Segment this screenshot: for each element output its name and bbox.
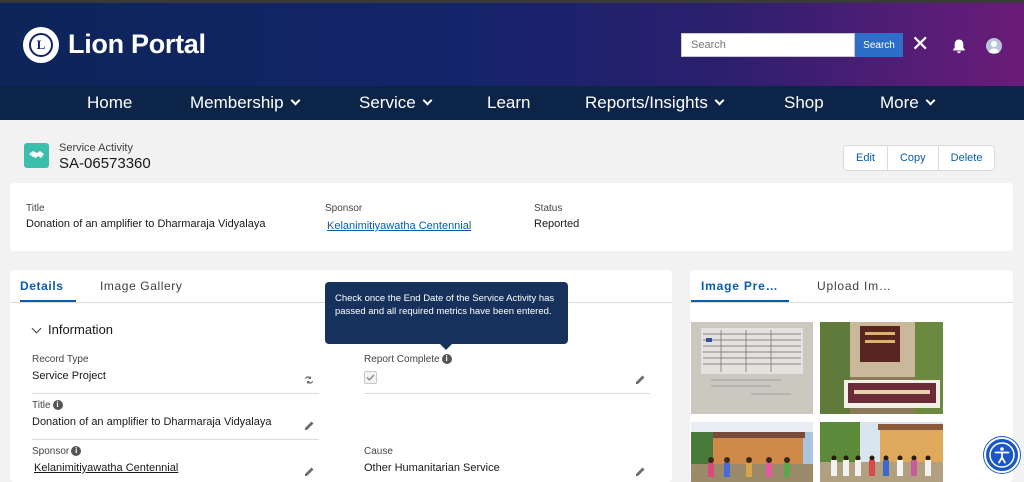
record-type-label: Service Activity bbox=[59, 142, 133, 154]
info-icon[interactable]: i bbox=[71, 446, 82, 457]
image-thumbnail-group-1[interactable] bbox=[691, 422, 813, 482]
image-thumbnail-group-2[interactable] bbox=[820, 422, 943, 482]
accessibility-button[interactable] bbox=[984, 437, 1020, 473]
tooltip-arrow bbox=[439, 343, 453, 350]
nav-more-label: More bbox=[880, 93, 919, 112]
group-photo bbox=[820, 422, 943, 482]
record-type-field-label: Record Type bbox=[32, 354, 89, 365]
record-type-field-value: Service Project bbox=[32, 370, 106, 382]
highlight-sponsor-link[interactable]: Kelanimitiyawatha Centennial bbox=[327, 220, 471, 232]
service-activity-icon bbox=[24, 143, 49, 168]
chevron-down-icon bbox=[290, 95, 300, 106]
record-actions: Edit Copy Delete bbox=[843, 145, 996, 171]
title-field-label: Title i bbox=[32, 400, 63, 411]
search-button[interactable]: Search bbox=[855, 33, 903, 57]
edit-pencil-icon[interactable] bbox=[303, 420, 315, 432]
checkmark-icon bbox=[366, 374, 375, 381]
sponsor-field-label: Sponsor i bbox=[32, 446, 82, 457]
report-complete-checkbox[interactable] bbox=[364, 371, 377, 384]
handshake-icon bbox=[29, 151, 44, 161]
highlight-status-value: Reported bbox=[534, 218, 580, 230]
edit-pencil-icon[interactable] bbox=[634, 466, 646, 478]
change-record-type-icon[interactable] bbox=[303, 374, 315, 386]
nav-membership[interactable]: Membership bbox=[190, 93, 300, 113]
bell-icon[interactable] bbox=[951, 38, 967, 54]
edit-button[interactable]: Edit bbox=[844, 146, 888, 170]
highlight-title-value: Donation of an amplifier to Dharmaraja V… bbox=[26, 218, 266, 230]
image-thumbnail-signboard[interactable] bbox=[820, 322, 943, 414]
delete-button[interactable]: Delete bbox=[939, 146, 995, 170]
document-photo bbox=[691, 322, 813, 414]
nav-shop-label: Shop bbox=[784, 93, 824, 112]
user-avatar-icon[interactable] bbox=[986, 38, 1002, 54]
cause-field-value: Other Humanitarian Service bbox=[364, 462, 500, 474]
signboard-photo bbox=[820, 322, 943, 414]
chevron-down-icon[interactable] bbox=[31, 323, 42, 334]
tab-upload-images[interactable]: Upload Im… bbox=[817, 279, 892, 293]
image-thumbnail-document[interactable] bbox=[691, 322, 813, 414]
report-complete-field-label: Report Complete i bbox=[364, 354, 452, 365]
portal-header: L Lion Portal Search ✕ bbox=[0, 3, 1024, 86]
highlight-status-label: Status bbox=[534, 203, 563, 214]
tab-image-preview[interactable]: Image Pre… bbox=[701, 279, 778, 293]
field-divider bbox=[32, 439, 319, 440]
user-icon bbox=[988, 41, 1000, 53]
tab-details[interactable]: Details bbox=[20, 279, 64, 293]
brand-title[interactable]: Lion Portal bbox=[68, 29, 206, 60]
nav-service-label: Service bbox=[359, 93, 416, 112]
logo-letter: L bbox=[29, 33, 53, 57]
accessibility-icon bbox=[989, 442, 1015, 468]
chevron-down-icon bbox=[925, 95, 936, 106]
group-photo bbox=[691, 422, 813, 482]
lions-logo[interactable]: L bbox=[23, 27, 59, 63]
highlight-title-label: Title bbox=[26, 203, 45, 214]
report-complete-label-text: Report Complete bbox=[364, 354, 440, 365]
field-divider bbox=[32, 393, 319, 394]
sponsor-label-text: Sponsor bbox=[32, 446, 70, 457]
tab-image-gallery[interactable]: Image Gallery bbox=[100, 279, 183, 293]
nav-learn[interactable]: Learn bbox=[487, 93, 530, 113]
copy-button[interactable]: Copy bbox=[888, 146, 939, 170]
sponsor-field-link[interactable]: Kelanimitiyawatha Centennial bbox=[34, 462, 178, 474]
title-label-text: Title bbox=[32, 400, 51, 411]
field-divider bbox=[364, 393, 650, 394]
nav-reports-label: Reports/Insights bbox=[585, 93, 708, 112]
search-input[interactable] bbox=[681, 33, 855, 57]
nav-service[interactable]: Service bbox=[359, 93, 433, 113]
info-icon[interactable]: i bbox=[52, 400, 63, 411]
close-icon[interactable]: ✕ bbox=[911, 33, 929, 55]
nav-membership-label: Membership bbox=[190, 93, 284, 112]
nav-learn-label: Learn bbox=[487, 93, 531, 112]
chevron-down-icon bbox=[422, 95, 433, 106]
tab-divider bbox=[690, 302, 1013, 303]
highlight-sponsor-label: Sponsor bbox=[325, 203, 363, 214]
image-preview-card: Image Pre… Upload Im… bbox=[690, 270, 1013, 482]
nav-home[interactable]: Home bbox=[87, 93, 132, 113]
highlights-panel: Title Donation of an amplifier to Dharma… bbox=[10, 183, 1013, 251]
edit-pencil-icon[interactable] bbox=[303, 466, 315, 478]
section-title-information[interactable]: Information bbox=[48, 322, 113, 337]
nav-home-label: Home bbox=[87, 93, 133, 112]
cause-field-label: Cause bbox=[364, 446, 393, 457]
title-field-value: Donation of an amplifier to Dharmaraja V… bbox=[32, 416, 272, 428]
main-nav: Home Membership Service Learn Reports/In… bbox=[0, 86, 1024, 120]
report-complete-tooltip: Check once the End Date of the Service A… bbox=[325, 282, 568, 344]
record-name: SA-06573360 bbox=[59, 155, 151, 172]
chevron-down-icon bbox=[714, 95, 725, 106]
edit-pencil-icon[interactable] bbox=[634, 374, 646, 386]
info-icon[interactable]: i bbox=[441, 354, 452, 365]
nav-more[interactable]: More bbox=[880, 93, 936, 113]
nav-reports-insights[interactable]: Reports/Insights bbox=[585, 93, 725, 113]
nav-shop[interactable]: Shop bbox=[784, 93, 824, 113]
